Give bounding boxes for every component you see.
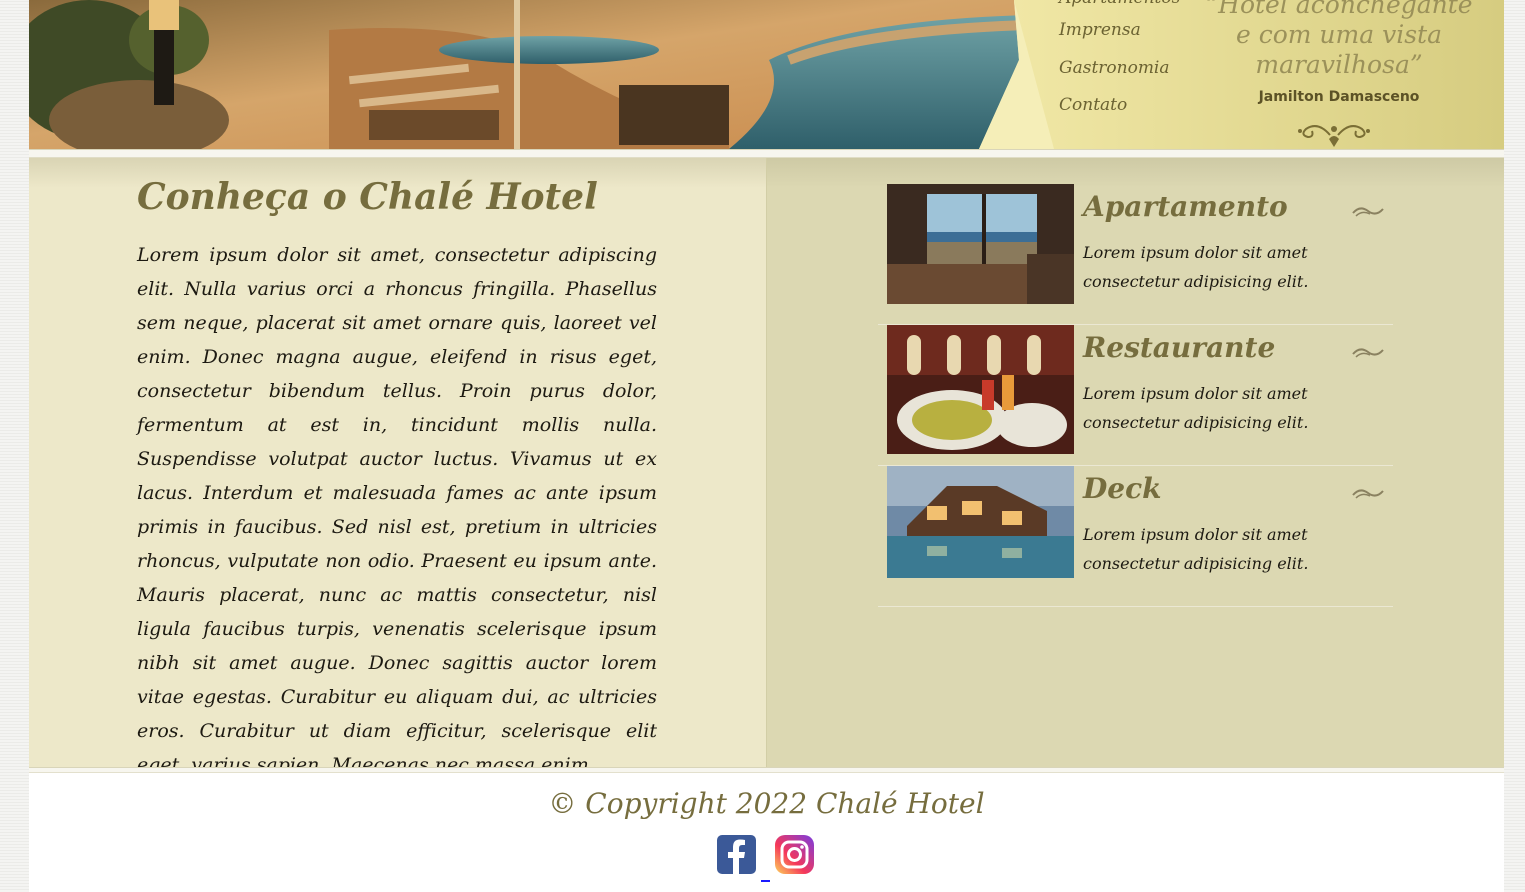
- intro-title: Conheça o Chalé Hotel: [137, 176, 598, 218]
- card-title[interactable]: Apartamento: [1083, 190, 1288, 223]
- highlights-section: Apartamento Lorem ipsum dolor sit amet c…: [766, 158, 1504, 767]
- nav-item-gastronomia[interactable]: Gastronomia: [1059, 58, 1170, 78]
- site-footer: © Copyright 2022 Chalé Hotel: [29, 773, 1504, 892]
- card-text: Lorem ipsum dolor sit amet consectetur a…: [1083, 243, 1309, 291]
- intro-section: Conheça o Chalé Hotel Lorem ipsum dolor …: [29, 158, 766, 776]
- deck-image[interactable]: [887, 466, 1074, 578]
- link-underline: [761, 880, 770, 882]
- quote-line: maravilhosa”: [1255, 50, 1423, 79]
- intro-text: Lorem ipsum dolor sit amet, consectetur …: [137, 244, 657, 776]
- card-text: Lorem ipsum dolor sit amet consectetur a…: [1083, 384, 1309, 432]
- card-apartamento: Apartamento Lorem ipsum dolor sit amet c…: [878, 184, 1393, 325]
- flourish-ornament-icon: [1298, 125, 1370, 147]
- card-title[interactable]: Restaurante: [1083, 331, 1275, 364]
- instagram-icon[interactable]: [775, 835, 814, 874]
- card-title[interactable]: Deck: [1083, 472, 1162, 505]
- testimonial-quote: “Hotel aconchegante e com uma vista mara…: [1189, 0, 1489, 80]
- restaurante-image[interactable]: [887, 325, 1074, 454]
- swash-icon: [1352, 207, 1384, 217]
- quote-line: e com uma vista: [1235, 20, 1442, 49]
- card-restaurante: Restaurante Lorem ipsum dolor sit amet c…: [878, 325, 1393, 466]
- header-divider: [29, 149, 1504, 158]
- facebook-icon[interactable]: [717, 835, 756, 874]
- quote-author: Jamilton Damasceno: [1258, 89, 1420, 105]
- nav-item-apartamentos[interactable]: Apartamentos: [1059, 0, 1180, 8]
- site-header: Apartamentos Imprensa Gastronomia Contat…: [29, 0, 1504, 149]
- swash-icon: [1352, 348, 1384, 358]
- apartamento-image[interactable]: [887, 184, 1074, 304]
- nav-item-imprensa[interactable]: Imprensa: [1059, 20, 1141, 40]
- copyright-text: © Copyright 2022 Chalé Hotel: [548, 787, 985, 820]
- page: Apartamentos Imprensa Gastronomia Contat…: [29, 0, 1504, 892]
- nav-item-contato[interactable]: Contato: [1059, 95, 1127, 115]
- card-deck: Deck Lorem ipsum dolor sit amet consecte…: [878, 466, 1393, 607]
- card-text: Lorem ipsum dolor sit amet consectetur a…: [1083, 525, 1309, 573]
- quote-line: “Hotel aconchegante: [1205, 0, 1473, 19]
- swash-icon: [1352, 489, 1384, 499]
